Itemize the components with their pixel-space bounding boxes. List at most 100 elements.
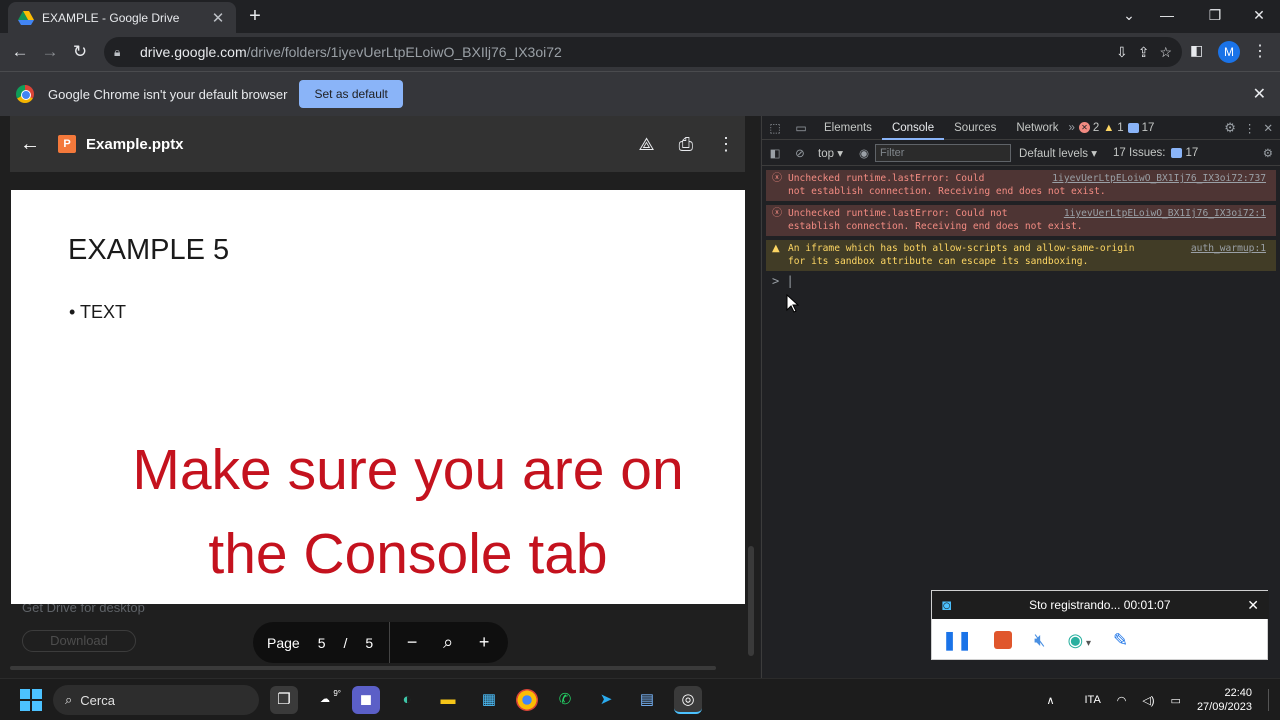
close-tab-icon[interactable]: ✕ — [210, 9, 226, 27]
recorder-camera-icon: ◙ — [942, 596, 952, 614]
pptx-file-icon: P — [58, 135, 76, 153]
horizontal-scrollbar[interactable] — [10, 666, 716, 670]
system-tray: ∧ ITA ◠ ◁) ▭ 22:40 27/09/2023 — [1046, 679, 1272, 720]
clear-console-icon[interactable]: ⊘ — [788, 146, 812, 160]
notepad-icon[interactable]: ▤ — [633, 686, 661, 714]
battery-icon[interactable]: ▭ — [1171, 694, 1181, 707]
issues-count[interactable]: 17 — [1127, 122, 1154, 134]
device-toolbar-icon[interactable]: ▭ — [788, 121, 814, 135]
bookmark-star-icon[interactable]: ☆ — [1159, 44, 1172, 61]
close-recorder-icon[interactable]: ✕ — [1247, 597, 1259, 614]
issues-label[interactable]: 17 Issues: — [1113, 147, 1165, 159]
show-hidden-icons[interactable]: ∧ — [1046, 694, 1054, 707]
current-page[interactable]: 5 — [318, 635, 326, 651]
restore-button[interactable]: ❐ — [1202, 4, 1228, 26]
mouse-cursor-icon — [786, 294, 800, 313]
back-icon[interactable]: ← — [8, 40, 32, 64]
error-count[interactable]: ✕ 2 — [1078, 122, 1099, 134]
address-bar[interactable]: 🔒︎ drive.google.com/drive/folders/1iyevU… — [104, 37, 1182, 67]
log-levels-dropdown[interactable]: Default levels ▾ — [1019, 146, 1097, 160]
console-settings-icon[interactable]: ⚙ — [1263, 146, 1273, 160]
warning-count[interactable]: ▲ 1 — [1103, 122, 1123, 134]
more-tabs-icon[interactable]: » — [1069, 122, 1075, 134]
pen-icon[interactable]: ✎ — [1113, 630, 1128, 651]
devtools-menu-icon[interactable]: ⋮ — [1244, 121, 1256, 135]
message-source-link[interactable]: auth_warmup:1 — [1191, 243, 1266, 256]
store-icon[interactable]: ▦ — [475, 686, 503, 714]
chrome-icon[interactable] — [516, 689, 538, 711]
url-domain: drive.google.com — [140, 44, 247, 60]
weather-icon[interactable]: ☁ 9° — [311, 686, 341, 714]
webcam-icon[interactable]: ◉ ▾ — [1068, 630, 1092, 651]
file-name: Example.pptx — [86, 135, 184, 153]
tab-elements[interactable]: Elements — [814, 116, 882, 140]
edge-icon[interactable]: ◐ — [393, 686, 421, 714]
taskbar-search[interactable]: ⌕ Cerca — [53, 685, 259, 715]
share-icon[interactable]: ⇪ — [1138, 44, 1150, 61]
console-input[interactable]: > | — [772, 274, 794, 288]
sidebar-toggle-icon[interactable]: ◧ — [762, 146, 788, 160]
issues-total: 17 — [1185, 147, 1199, 159]
teams-icon[interactable]: ◼ — [352, 686, 380, 714]
error-icon: ✕ — [1078, 122, 1090, 133]
profile-avatar[interactable]: M — [1218, 41, 1240, 63]
pause-icon[interactable]: ❚❚ — [942, 630, 972, 651]
live-expression-icon[interactable]: ◉ — [859, 146, 869, 160]
message-source-link[interactable]: 1iyevUerLtpELoiwO_BX1Ij76_IX3oi72:737 — [1052, 173, 1266, 186]
message-source-link[interactable]: 1iyevUerLtpELoiwO_BX1Ij76_IX3oi72:1 — [1064, 208, 1266, 221]
tab-search-icon[interactable]: ⌄ — [1116, 4, 1142, 26]
set-as-default-button[interactable]: Set as default — [299, 80, 403, 108]
whatsapp-icon[interactable]: ✆ — [551, 686, 579, 714]
recording-status: Sto registrando... 00:01:07 — [1029, 598, 1171, 612]
recorder-header: ◙ Sto registrando... 00:01:07 ✕ — [932, 591, 1269, 619]
volume-icon[interactable]: ◁) — [1142, 694, 1154, 707]
more-options-icon[interactable]: ⋮ — [717, 134, 735, 155]
back-arrow-icon[interactable]: ← — [20, 133, 44, 156]
console-message: ⓧ Unchecked runtime.lastError: Could not… — [766, 170, 1276, 201]
tab-sources[interactable]: Sources — [944, 116, 1006, 140]
reload-icon[interactable]: ↻ — [68, 40, 92, 64]
browser-tab[interactable]: EXAMPLE - Google Drive ✕ — [8, 2, 236, 33]
close-devtools-icon[interactable]: ✕ — [1263, 121, 1273, 135]
console-message: ⓧ Unchecked runtime.lastError: Could not… — [766, 205, 1276, 236]
close-window-button[interactable]: ✕ — [1246, 4, 1272, 26]
stop-icon[interactable] — [994, 631, 1013, 649]
context-selector[interactable]: top ▾ — [818, 146, 843, 160]
chrome-profile-icon[interactable]: ◎ — [674, 686, 702, 714]
file-explorer-icon[interactable]: ▬ — [434, 686, 462, 714]
show-desktop[interactable] — [1268, 689, 1272, 711]
install-app-icon[interactable]: ⇩ — [1116, 44, 1128, 61]
close-infobar-icon[interactable]: ✕ — [1253, 84, 1266, 104]
wifi-icon[interactable]: ◠ — [1117, 694, 1127, 707]
task-view-icon[interactable]: ❐ — [270, 686, 298, 714]
input-language[interactable]: ITA — [1085, 694, 1101, 706]
minimize-button[interactable]: — — [1154, 4, 1180, 26]
chrome-logo-icon — [16, 85, 34, 103]
filter-input[interactable]: Filter — [875, 144, 1012, 162]
telegram-icon[interactable]: ➤ — [592, 686, 620, 714]
new-tab-button[interactable]: + — [244, 5, 266, 27]
zoom-icon[interactable]: ⌕ — [430, 632, 466, 653]
mute-icon[interactable]: 🔇︎ — [1034, 630, 1045, 651]
url-path: /drive/folders/1iyevUerLtpELoiwO_BXIlj76… — [246, 44, 562, 60]
error-circle-icon: ⓧ — [772, 173, 782, 184]
windows-start-icon[interactable] — [20, 689, 42, 711]
forward-icon[interactable]: → — [38, 40, 62, 64]
inspect-element-icon[interactable]: ⬚ — [762, 121, 788, 135]
side-panel-icon[interactable]: ◧ — [1190, 42, 1203, 59]
download-button[interactable]: Download — [22, 630, 136, 652]
pinned-apps: ❐ ☁ 9° ◼ ◐ ▬ ▦ ✆ ➤ ▤ ◎ — [270, 685, 702, 715]
zoom-in-icon[interactable]: + — [466, 632, 502, 653]
tab-network[interactable]: Network — [1006, 116, 1068, 140]
settings-gear-icon[interactable]: ⚙ — [1224, 120, 1236, 136]
search-icon: ⌕ — [65, 692, 73, 707]
zoom-out-icon[interactable]: − — [394, 632, 430, 653]
instruction-overlay: Make sure you are on the Console tab — [11, 428, 745, 596]
print-icon[interactable]: ⎙ — [679, 134, 693, 155]
clock[interactable]: 22:40 27/09/2023 — [1197, 686, 1252, 714]
vertical-scrollbar[interactable] — [748, 546, 754, 656]
add-shortcut-drive-icon[interactable]: ⟁ — [639, 134, 655, 155]
slide-preview: EXAMPLE 5 • TEXT Make sure you are on th… — [11, 190, 745, 604]
tab-console[interactable]: Console — [881, 116, 945, 140]
menu-icon[interactable]: ⋮ — [1252, 41, 1268, 61]
